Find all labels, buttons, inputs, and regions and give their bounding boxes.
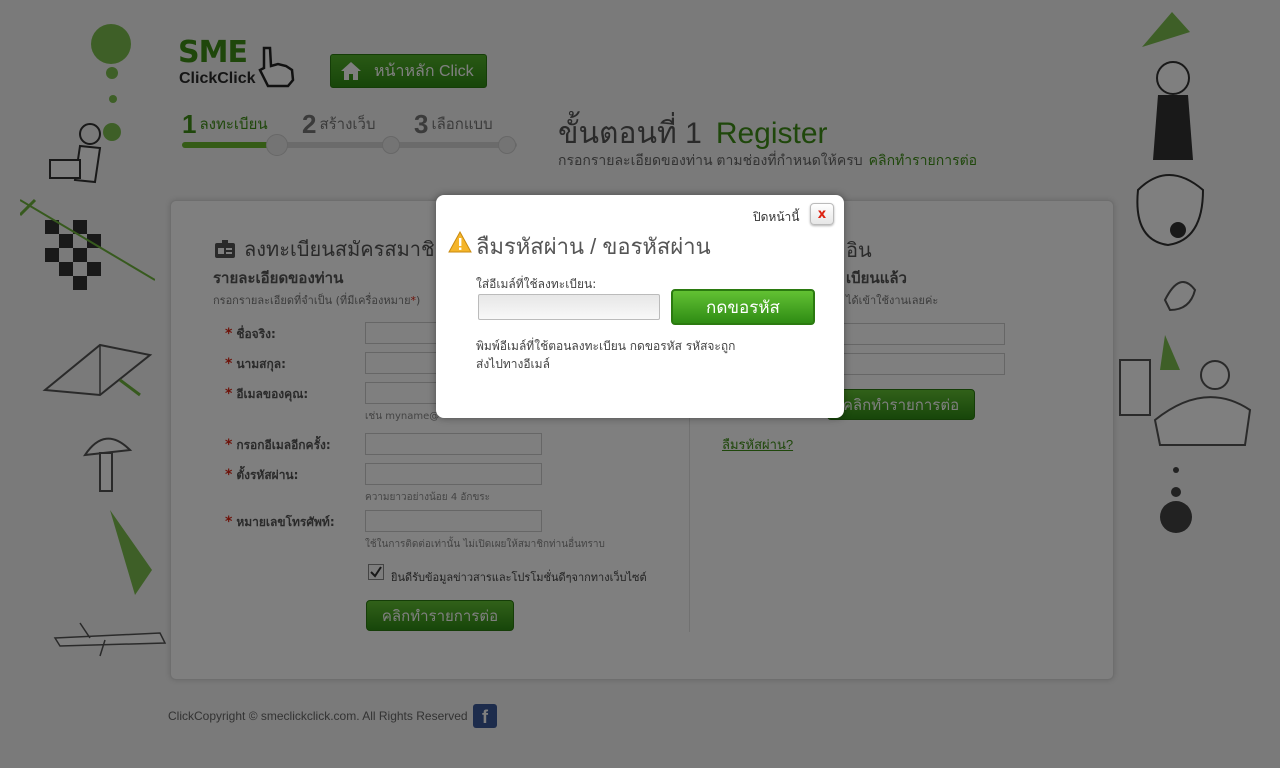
dialog-email-label: ใส่อีเมล์ที่ใช้ลงทะเบียน: [476, 277, 597, 291]
close-icon: x [817, 206, 827, 222]
request-password-button[interactable]: กดขอรหัส [671, 289, 815, 325]
dialog-email-input[interactable] [478, 294, 660, 320]
warning-icon [448, 231, 472, 253]
dialog-title: ลืมรหัสผ่าน / ขอรหัสผ่าน [476, 234, 711, 259]
dialog-instructions: พิมพ์อีเมล์ที่ใช้ตอนลงทะเบียน กดขอรหัส ร… [476, 339, 736, 371]
forgot-password-dialog: ปิดหน้านี้ x ลืมรหัสผ่าน / ขอรหัสผ่าน ใส… [436, 195, 844, 418]
close-dialog-label[interactable]: ปิดหน้านี้ [753, 208, 799, 227]
close-button[interactable]: x [810, 203, 834, 225]
